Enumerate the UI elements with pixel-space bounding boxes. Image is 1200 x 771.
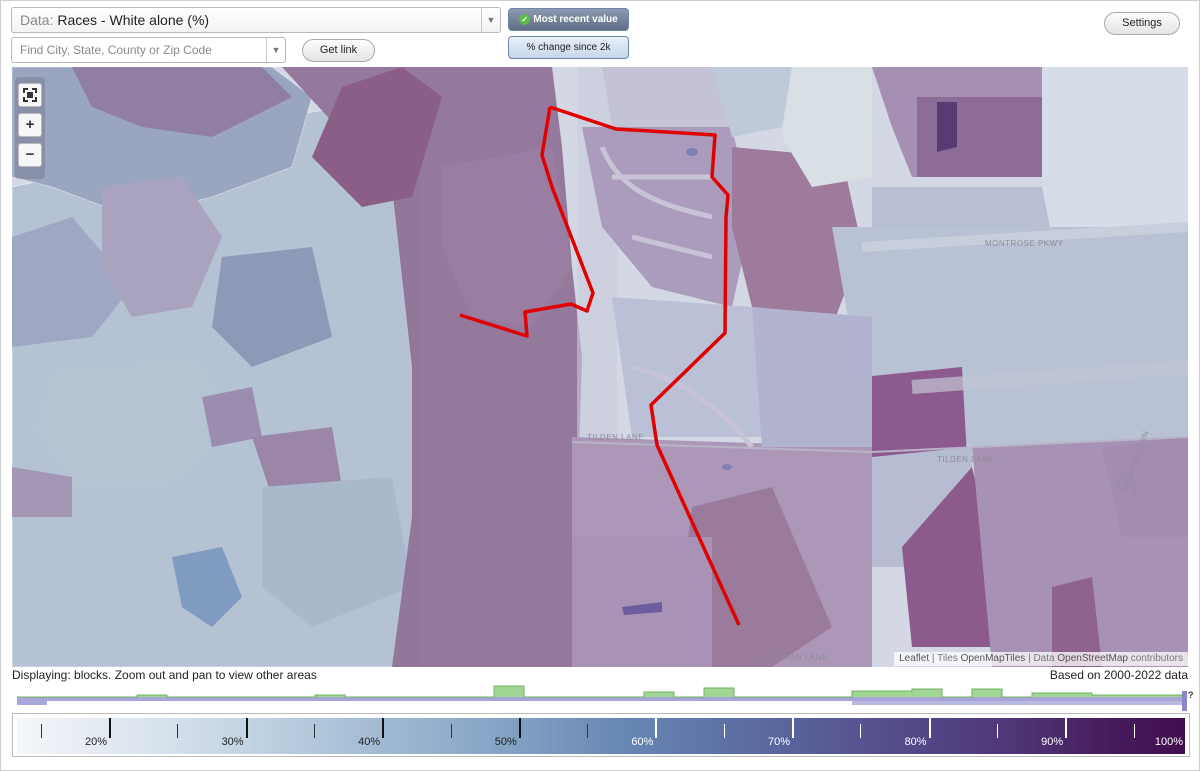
based-on-text: Based on 2000-2022 data [1049, 668, 1188, 682]
legend-label: 80% [904, 736, 927, 748]
chevron-down-icon[interactable]: ▼ [481, 8, 500, 32]
legend-label: 90% [1041, 736, 1064, 748]
legend-label: 30% [221, 736, 244, 748]
legend-minor-tick [587, 724, 589, 738]
legend-gradient [17, 718, 1185, 754]
legend-label: 70% [767, 736, 790, 748]
search-input[interactable] [12, 39, 262, 61]
legend-minor-tick [450, 724, 452, 738]
data-value: Races - White alone (%) [57, 12, 210, 28]
data-dropdown[interactable]: Data: Races - White alone (%) ▼ [11, 7, 501, 33]
value-histogram[interactable] [12, 683, 1190, 711]
displaying-text: Displaying: blocks. Zoom out and pan to … [12, 668, 317, 682]
legend-major-tick [792, 718, 794, 738]
street-label: MONTROSE PKWY [985, 239, 1064, 248]
legend-label: 60% [631, 736, 654, 748]
most-recent-value-button[interactable]: ✓ Most recent value [508, 8, 629, 31]
leaflet-link[interactable]: Leaflet [899, 653, 929, 664]
street-label: TILDEN LANE [587, 433, 645, 442]
location-search[interactable]: ▼ [11, 37, 286, 63]
histogram-help-icon[interactable]: ? [1188, 690, 1194, 700]
legend-label: 100% [1154, 736, 1183, 748]
attribution-text: | Tiles [929, 653, 961, 664]
legend-major-tick [109, 718, 111, 738]
legend-label: 20% [84, 736, 107, 748]
legend-major-tick [928, 718, 931, 738]
legend-minor-tick [313, 724, 315, 738]
legend-minor-tick [860, 724, 862, 738]
legend-minor-tick [40, 724, 42, 738]
chevron-down-icon[interactable]: ▼ [266, 38, 285, 62]
street-label: TILDEN LANE [937, 455, 995, 464]
legend-major-tick [518, 718, 521, 738]
legend-label: 50% [494, 736, 517, 748]
settings-button[interactable]: Settings [1104, 12, 1180, 35]
data-label: Data: [20, 12, 54, 28]
checkmark-icon: ✓ [519, 13, 531, 25]
legend-major-tick [382, 718, 385, 738]
zoom-in-button[interactable]: + [18, 113, 42, 137]
openmaptiles-link[interactable]: OpenMapTiles [961, 653, 1026, 664]
get-link-button[interactable]: Get link [302, 39, 375, 62]
legend-minor-tick [177, 724, 179, 738]
legend-minor-tick [723, 724, 725, 738]
legend-label: 40% [358, 736, 381, 748]
legend-major-tick [655, 718, 658, 738]
percent-change-button[interactable]: % change since 2k [508, 36, 629, 59]
street-label: TUCKERMAN LANE [747, 653, 828, 662]
fullscreen-icon[interactable] [18, 83, 42, 107]
choropleth-map[interactable]: MONTROSE PKWY TILDEN LANE TILDEN LANE TU… [12, 67, 1188, 667]
attribution-text: contributors [1127, 653, 1183, 664]
legend-minor-tick [1133, 724, 1135, 738]
attribution-text: | Data [1025, 653, 1058, 664]
openstreetmap-link[interactable]: OpenStreetMap [1057, 653, 1128, 664]
legend-minor-tick [996, 724, 998, 738]
legend-major-tick [1065, 718, 1068, 738]
mode-active-label: Most recent value [533, 14, 618, 25]
legend-major-tick [245, 718, 248, 738]
map-attribution: Leaflet | Tiles OpenMapTiles | Data Open… [894, 652, 1188, 666]
color-legend: 20% 30% 40% 50% 60% 70% 80% 90% 100% [12, 713, 1190, 757]
map-canvas[interactable] [12, 67, 1188, 667]
zoom-out-button[interactable]: − [18, 143, 42, 167]
